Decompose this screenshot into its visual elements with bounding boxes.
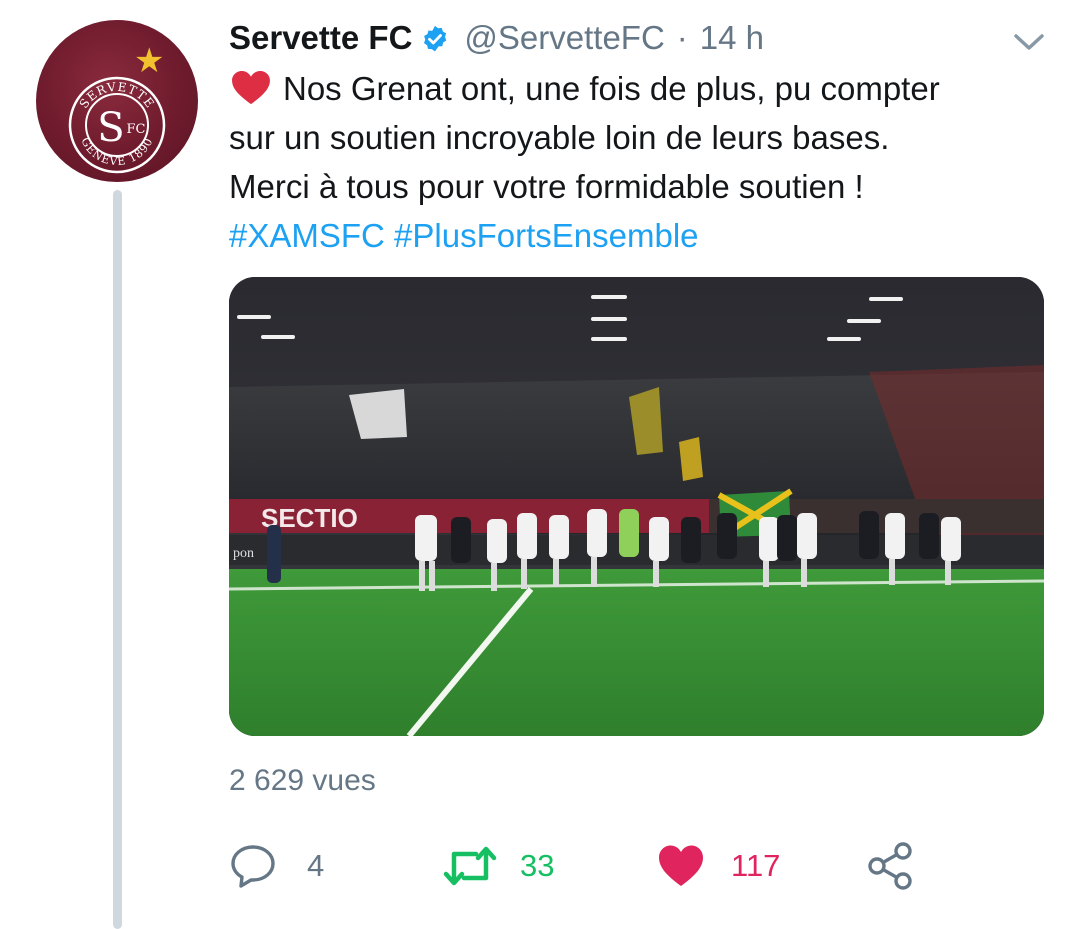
servette-crest-logo: SERVETTE GENEVE 1890 S FC bbox=[68, 76, 166, 174]
display-name[interactable]: Servette FC bbox=[229, 18, 412, 58]
thread-line bbox=[113, 190, 122, 929]
reply-button[interactable]: 4 bbox=[229, 836, 324, 896]
tweet-text: Nos Grenat ont, une fois de plus, pu com… bbox=[229, 64, 1049, 260]
view-count: 2 629 vues bbox=[229, 764, 376, 797]
tweet-text-line-1: Nos Grenat ont, une fois de plus, pu com… bbox=[229, 64, 1049, 113]
tweet-header: Servette FC @ServetteFC · 14 h bbox=[229, 18, 764, 58]
hashtag-xamsfc[interactable]: #XAMSFC bbox=[229, 217, 385, 254]
like-button[interactable]: 117 bbox=[657, 836, 780, 896]
tweet-text-line-1-content: Nos Grenat ont, une fois de plus, pu com… bbox=[283, 70, 940, 107]
reply-count: 4 bbox=[307, 848, 325, 883]
svg-text:S: S bbox=[97, 105, 124, 151]
star-icon: ★ bbox=[134, 42, 165, 80]
share-icon bbox=[868, 842, 912, 890]
separator-dot: · bbox=[676, 19, 688, 56]
chevron-down-icon[interactable] bbox=[1010, 26, 1048, 56]
svg-text:FC: FC bbox=[127, 122, 146, 137]
share-button[interactable] bbox=[867, 836, 915, 896]
media-video[interactable]: SECTIO pon bbox=[229, 277, 1044, 736]
heart-icon bbox=[659, 845, 703, 886]
avatar[interactable]: ★ SERVETTE GENEVE 1890 S FC bbox=[36, 20, 198, 182]
reply-icon bbox=[231, 845, 275, 888]
timestamp[interactable]: 14 h bbox=[700, 18, 764, 58]
tweet-page: ★ SERVETTE GENEVE 1890 S FC Servette FC bbox=[0, 0, 1080, 929]
retweet-icon bbox=[443, 846, 497, 886]
like-count: 117 bbox=[731, 848, 781, 883]
retweet-count: 33 bbox=[520, 848, 555, 883]
tweet-text-line-3: Merci à tous pour votre formidable souti… bbox=[229, 168, 864, 205]
handle[interactable]: @ServetteFC bbox=[464, 18, 664, 58]
verified-badge-icon bbox=[420, 23, 450, 53]
ad-board-text: pon bbox=[233, 546, 254, 561]
stadium-photo: SECTIO pon bbox=[229, 277, 1044, 736]
red-heart-emoji-icon bbox=[232, 70, 270, 105]
hashtag-plusfortsensemble[interactable]: #PlusFortsEnsemble bbox=[394, 217, 698, 254]
tweet-text-line-2: sur un soutien incroyable loin de leurs … bbox=[229, 119, 890, 156]
retweet-button[interactable]: 33 bbox=[442, 836, 554, 896]
hashtags-line: #XAMSFC #PlusFortsEnsemble bbox=[229, 211, 1049, 260]
tweet-actions: 4 33 117 bbox=[229, 836, 949, 896]
